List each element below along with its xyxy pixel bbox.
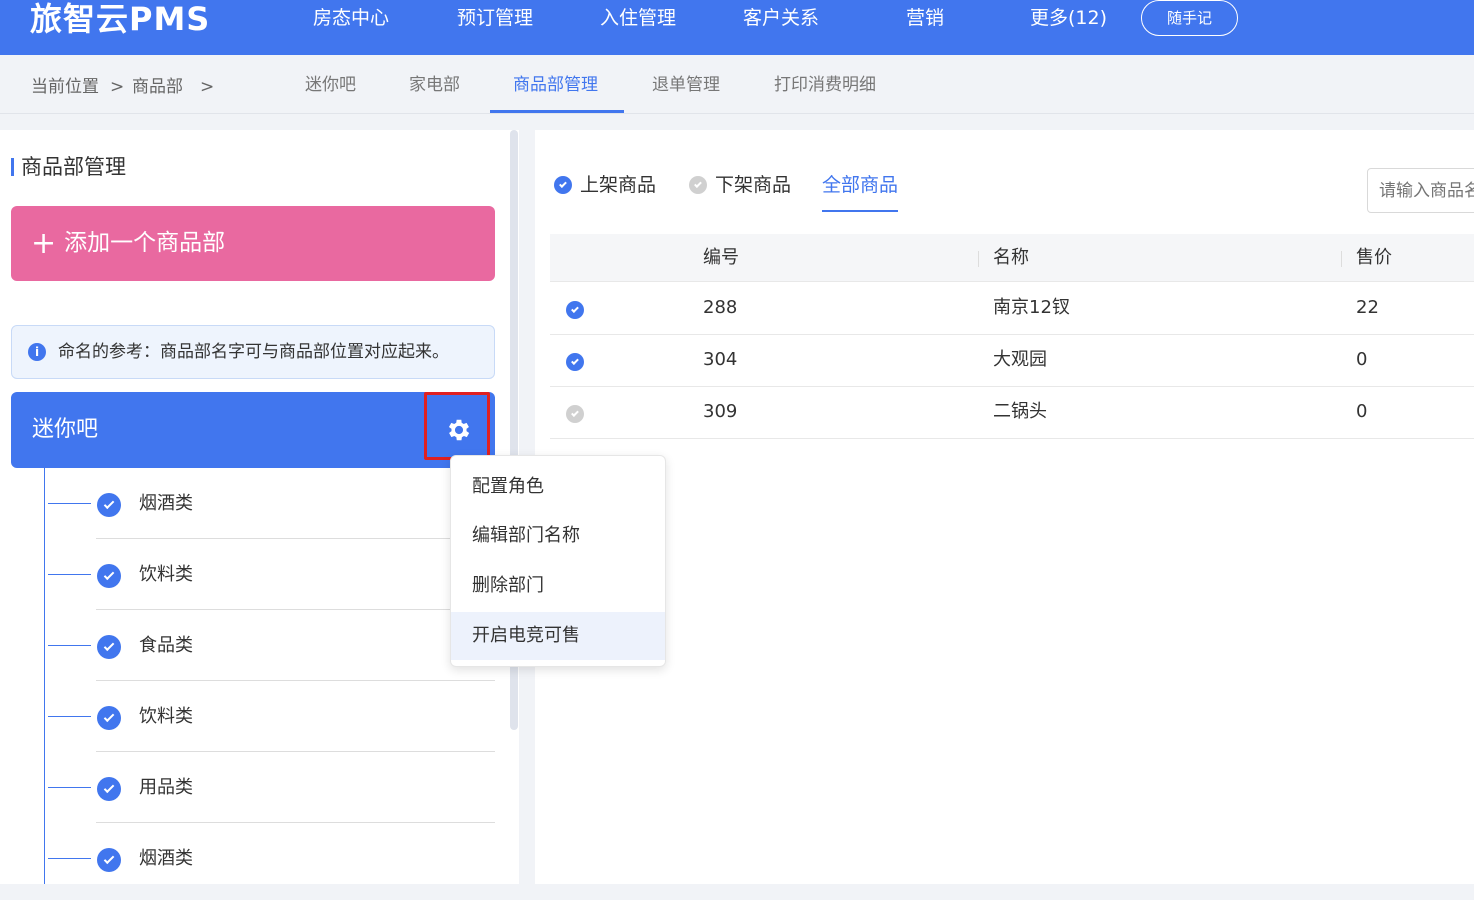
menu-item-delete-dept[interactable]: 删除部门 xyxy=(451,562,665,610)
tree-branch xyxy=(48,858,91,859)
tree-branch xyxy=(48,787,91,788)
plus-icon: + xyxy=(31,226,57,261)
cell-name: 二锅头 xyxy=(993,401,1047,422)
table-row[interactable]: 309 二锅头 0 xyxy=(550,387,1474,439)
check-circle-icon[interactable] xyxy=(566,301,584,319)
info-text: 命名的参考：商品部名字可与商品部位置对应起来。 xyxy=(58,342,449,362)
category-item[interactable]: 用品类 xyxy=(44,752,495,823)
cell-price: 0 xyxy=(1356,401,1368,422)
nav-more[interactable]: 更多(12) xyxy=(1030,5,1107,31)
nav-room-status[interactable]: 房态中心 xyxy=(313,5,389,31)
table-row[interactable]: 288 南京12钗 22 xyxy=(550,283,1474,335)
breadcrumb-current: 当前位置 xyxy=(31,77,99,97)
check-circle-icon xyxy=(97,706,121,730)
nav-checkin[interactable]: 入住管理 xyxy=(600,5,676,31)
panel-title: 商品部管理 xyxy=(21,155,126,179)
dept-name: 迷你吧 xyxy=(32,417,99,442)
menu-item-enable-esports[interactable]: 开启电竞可售 xyxy=(451,612,665,660)
left-panel: 商品部管理 + 添加一个商品部 i 命名的参考：商品部名字可与商品部位置对应起来。… xyxy=(0,130,519,884)
active-filter-indicator xyxy=(822,210,898,212)
filter-off-shelf[interactable]: 下架商品 xyxy=(689,172,791,198)
check-circle-icon xyxy=(97,493,121,517)
tab-minibar[interactable]: 迷你吧 xyxy=(305,73,356,97)
nav-booking[interactable]: 预订管理 xyxy=(457,5,533,31)
column-separator xyxy=(1341,251,1342,267)
add-dept-button[interactable]: + 添加一个商品部 xyxy=(11,206,495,281)
category-label: 用品类 xyxy=(139,777,193,798)
filter-all[interactable]: 全部商品 xyxy=(822,172,898,198)
highlight-box xyxy=(424,392,490,460)
tab-refund-management[interactable]: 退单管理 xyxy=(652,73,720,97)
category-label: 食品类 xyxy=(139,635,193,656)
filter-on-shelf[interactable]: 上架商品 xyxy=(554,172,656,198)
check-circle-icon xyxy=(554,176,572,194)
nav-crm[interactable]: 客户关系 xyxy=(743,5,819,31)
breadcrumb-section[interactable]: 商品部 xyxy=(132,76,183,98)
category-label: 烟酒类 xyxy=(139,493,193,514)
tree-branch xyxy=(48,716,91,717)
cell-price: 0 xyxy=(1356,349,1368,370)
cell-id: 288 xyxy=(703,297,738,318)
check-circle-icon xyxy=(97,564,121,588)
check-circle-icon[interactable] xyxy=(566,353,584,371)
filter-label: 上架商品 xyxy=(580,174,657,196)
check-circle-icon xyxy=(689,176,707,194)
cell-id: 309 xyxy=(703,401,738,422)
category-item[interactable]: 食品类 xyxy=(44,610,495,681)
search-input[interactable] xyxy=(1367,168,1474,213)
check-circle-icon[interactable] xyxy=(566,405,584,423)
category-item[interactable]: 饮料类 xyxy=(44,681,495,752)
tab-dept-management[interactable]: 商品部管理 xyxy=(513,73,598,97)
check-circle-icon xyxy=(97,848,121,872)
add-dept-label: 添加一个商品部 xyxy=(64,230,226,256)
breadcrumb-bar: 当前位置 > 商品部 > 迷你吧 家电部 商品部管理 退单管理 打印消费明细 xyxy=(0,55,1474,114)
breadcrumb-separator: > xyxy=(200,77,215,97)
cell-price: 22 xyxy=(1356,297,1379,318)
category-label: 饮料类 xyxy=(139,564,193,585)
check-circle-icon xyxy=(97,635,121,659)
bottom-strip xyxy=(0,884,1474,900)
app-logo: 旅智云PMS xyxy=(30,0,211,38)
column-header-price: 售价 xyxy=(1356,247,1392,268)
cell-id: 304 xyxy=(703,349,738,370)
menu-item-config-role[interactable]: 配置角色 xyxy=(451,463,665,511)
memo-button[interactable]: 随手记 xyxy=(1141,0,1238,36)
filter-label: 下架商品 xyxy=(715,174,792,196)
tree-branch xyxy=(48,645,91,646)
cell-name: 南京12钗 xyxy=(993,297,1070,318)
column-header-name: 名称 xyxy=(993,247,1029,268)
category-label: 饮料类 xyxy=(139,706,193,727)
tree-branch xyxy=(48,574,91,575)
category-item[interactable]: 烟酒类 xyxy=(44,468,495,539)
info-icon: i xyxy=(28,343,46,361)
dept-settings-menu: 配置角色 编辑部门名称 删除部门 开启电竞可售 xyxy=(450,455,666,667)
cell-name: 大观园 xyxy=(993,349,1047,370)
menu-item-rename-dept[interactable]: 编辑部门名称 xyxy=(451,512,665,560)
right-panel: 上架商品 下架商品 全部商品 编号 名称 售价 288 南京12钗 22 304… xyxy=(535,130,1474,884)
category-item[interactable]: 饮料类 xyxy=(44,539,495,610)
tab-print-consumption[interactable]: 打印消费明细 xyxy=(774,73,876,97)
column-header-id: 编号 xyxy=(703,247,739,268)
active-tab-indicator xyxy=(490,110,624,113)
top-nav-bar: 旅智云PMS 房态中心 预订管理 入住管理 客户关系 营销 更多(12) 随手记 xyxy=(0,0,1474,55)
check-circle-icon xyxy=(97,777,121,801)
nav-marketing[interactable]: 营销 xyxy=(906,5,944,31)
breadcrumb-separator: > xyxy=(110,77,125,97)
category-item[interactable]: 烟酒类 xyxy=(44,823,495,884)
category-label: 烟酒类 xyxy=(139,848,193,869)
table-header: 编号 名称 售价 xyxy=(550,234,1474,282)
title-accent-bar xyxy=(11,158,14,176)
table-row[interactable]: 304 大观园 0 xyxy=(550,335,1474,387)
info-banner: i 命名的参考：商品部名字可与商品部位置对应起来。 xyxy=(11,325,495,379)
tree-branch xyxy=(48,503,91,504)
tab-appliances[interactable]: 家电部 xyxy=(409,73,460,97)
dept-item-minibar[interactable]: 迷你吧 xyxy=(11,392,495,468)
column-separator xyxy=(978,251,979,267)
